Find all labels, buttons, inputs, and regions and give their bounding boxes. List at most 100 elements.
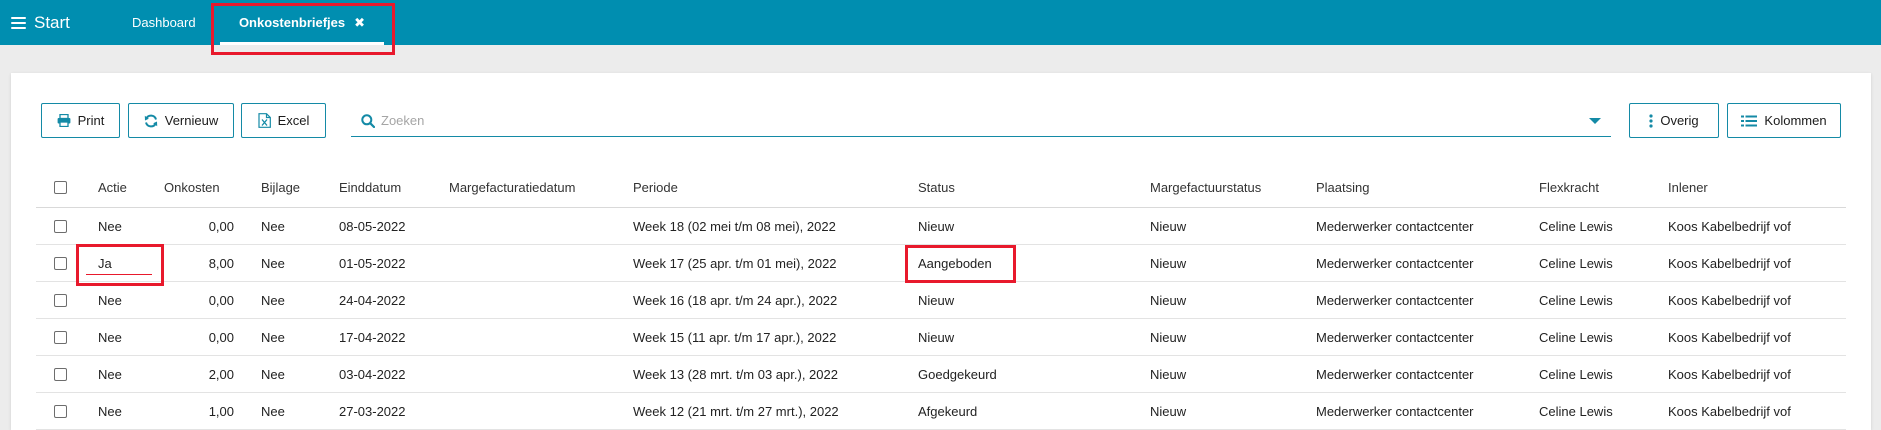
col-header-einddatum[interactable]: Einddatum <box>339 168 401 207</box>
table-row[interactable]: Nee 0,00 Nee 08-05-2022 Week 18 (02 mei … <box>36 208 1846 245</box>
search-input[interactable] <box>381 113 1589 128</box>
col-header-margefacturatiedatum[interactable]: Margefacturatiedatum <box>449 168 575 207</box>
start-menu-button[interactable]: Start <box>11 13 70 33</box>
cell-actie: Nee <box>98 218 122 234</box>
main-card: Print Vernieuw Excel Overig <box>11 73 1871 430</box>
cell-plaatsing: Mederwerker contactcenter <box>1316 218 1474 234</box>
print-label: Print <box>77 113 105 128</box>
row-checkbox[interactable] <box>54 330 67 344</box>
close-icon[interactable]: ✖ <box>354 15 365 31</box>
hamburger-icon <box>11 17 26 29</box>
cell-status: Nieuw <box>918 218 955 234</box>
cell-actie: Ja <box>98 255 112 271</box>
cell-margefactuurstatus: Nieuw <box>1150 255 1187 271</box>
tab-dashboard-label: Dashboard <box>132 15 196 30</box>
cell-plaatsing: Mederwerker contactcenter <box>1316 255 1474 271</box>
table-header: Actie Onkosten Bijlage Einddatum Margefa… <box>36 168 1846 208</box>
cell-onkosten: 0,00 <box>208 292 234 308</box>
tab-dashboard[interactable]: Dashboard <box>132 0 196 45</box>
cell-periode: Week 15 (11 apr. t/m 17 apr.), 2022 <box>633 329 837 345</box>
excel-label: Excel <box>277 113 310 128</box>
cell-status: Nieuw <box>918 292 955 308</box>
cell-inlener: Koos Kabelbedrijf vof <box>1668 403 1791 419</box>
cell-inlener: Koos Kabelbedrijf vof <box>1668 366 1791 382</box>
cell-bijlage: Nee <box>261 329 285 345</box>
start-label: Start <box>34 13 70 32</box>
cell-periode: Week 12 (21 mrt. t/m 27 mrt.), 2022 <box>633 403 839 419</box>
cell-onkosten: 1,00 <box>208 403 234 419</box>
more-vertical-icon <box>1649 113 1653 128</box>
col-header-margefactuurstatus[interactable]: Margefactuurstatus <box>1150 168 1261 207</box>
printer-icon <box>57 114 71 127</box>
cell-plaatsing: Mederwerker contactcenter <box>1316 329 1474 345</box>
kolommen-button[interactable]: Kolommen <box>1727 103 1841 138</box>
col-header-bijlage[interactable]: Bijlage <box>261 168 300 207</box>
row-checkbox[interactable] <box>54 219 67 233</box>
col-header-actie[interactable]: Actie <box>98 168 127 207</box>
active-tab-indicator <box>220 42 384 45</box>
overig-button[interactable]: Overig <box>1629 103 1719 138</box>
vernieuw-button[interactable]: Vernieuw <box>128 103 234 138</box>
cell-actie: Nee <box>98 403 122 419</box>
cell-onkosten: 0,00 <box>208 329 234 345</box>
col-header-periode[interactable]: Periode <box>633 168 678 207</box>
cell-einddatum: 03-04-2022 <box>339 366 406 382</box>
cell-periode: Week 16 (18 apr. t/m 24 apr.), 2022 <box>633 292 838 308</box>
cell-margefactuurstatus: Nieuw <box>1150 218 1187 234</box>
col-header-plaatsing[interactable]: Plaatsing <box>1316 168 1369 207</box>
cell-einddatum: 24-04-2022 <box>339 292 406 308</box>
row-checkbox[interactable] <box>54 367 67 381</box>
cell-bijlage: Nee <box>261 366 285 382</box>
cell-onkosten: 0,00 <box>208 218 234 234</box>
cell-periode: Week 17 (25 apr. t/m 01 mei), 2022 <box>633 255 837 271</box>
col-header-onkosten[interactable]: Onkosten <box>164 168 220 207</box>
cell-einddatum: 08-05-2022 <box>339 218 406 234</box>
cell-margefactuurstatus: Nieuw <box>1150 329 1187 345</box>
col-header-flexkracht[interactable]: Flexkracht <box>1539 168 1599 207</box>
cell-onkosten: 8,00 <box>208 255 234 271</box>
actie-underline <box>86 274 152 275</box>
tab-onkostenbriefjes[interactable]: Onkostenbriefjes ✖ <box>218 0 386 45</box>
cell-periode: Week 18 (02 mei t/m 08 mei), 2022 <box>633 218 836 234</box>
cell-status: Nieuw <box>918 329 955 345</box>
cell-flexkracht: Celine Lewis <box>1539 292 1613 308</box>
excel-file-icon <box>257 113 271 128</box>
table-row[interactable]: Ja 8,00 Nee 01-05-2022 Week 17 (25 apr. … <box>36 245 1846 282</box>
table-row[interactable]: Nee 0,00 Nee 24-04-2022 Week 16 (18 apr.… <box>36 282 1846 319</box>
cell-status: Goedgekeurd <box>918 366 997 382</box>
chevron-down-icon[interactable] <box>1589 117 1601 124</box>
print-button[interactable]: Print <box>41 103 120 138</box>
row-checkbox[interactable] <box>54 256 67 270</box>
cell-inlener: Koos Kabelbedrijf vof <box>1668 292 1791 308</box>
col-header-status[interactable]: Status <box>918 168 955 207</box>
cell-flexkracht: Celine Lewis <box>1539 255 1613 271</box>
cell-actie: Nee <box>98 366 122 382</box>
cell-status: Aangeboden <box>918 255 992 271</box>
cell-plaatsing: Mederwerker contactcenter <box>1316 366 1474 382</box>
excel-button[interactable]: Excel <box>241 103 326 138</box>
cell-onkosten: 2,00 <box>208 366 234 382</box>
row-checkbox[interactable] <box>54 404 67 418</box>
cell-bijlage: Nee <box>261 218 285 234</box>
cell-flexkracht: Celine Lewis <box>1539 329 1613 345</box>
row-checkbox[interactable] <box>54 293 67 307</box>
top-bar: Start Dashboard Onkostenbriefjes ✖ <box>0 0 1881 45</box>
cell-margefactuurstatus: Nieuw <box>1150 366 1187 382</box>
cell-margefactuurstatus: Nieuw <box>1150 292 1187 308</box>
table-row[interactable]: Nee 2,00 Nee 03-04-2022 Week 13 (28 mrt.… <box>36 356 1846 393</box>
refresh-icon <box>144 114 157 127</box>
cell-bijlage: Nee <box>261 255 285 271</box>
cell-bijlage: Nee <box>261 292 285 308</box>
table-row[interactable]: Nee 1,00 Nee 27-03-2022 Week 12 (21 mrt.… <box>36 393 1846 430</box>
cell-status: Afgekeurd <box>918 403 978 419</box>
cell-flexkracht: Celine Lewis <box>1539 403 1613 419</box>
select-all-checkbox[interactable] <box>54 181 67 194</box>
cell-inlener: Koos Kabelbedrijf vof <box>1668 329 1791 345</box>
cell-inlener: Koos Kabelbedrijf vof <box>1668 218 1791 234</box>
table-row[interactable]: Nee 0,00 Nee 17-04-2022 Week 15 (11 apr.… <box>36 319 1846 356</box>
cell-flexkracht: Celine Lewis <box>1539 366 1613 382</box>
cell-einddatum: 01-05-2022 <box>339 255 406 271</box>
vernieuw-label: Vernieuw <box>164 113 219 128</box>
cell-inlener: Koos Kabelbedrijf vof <box>1668 255 1791 271</box>
col-header-inlener[interactable]: Inlener <box>1668 168 1708 207</box>
